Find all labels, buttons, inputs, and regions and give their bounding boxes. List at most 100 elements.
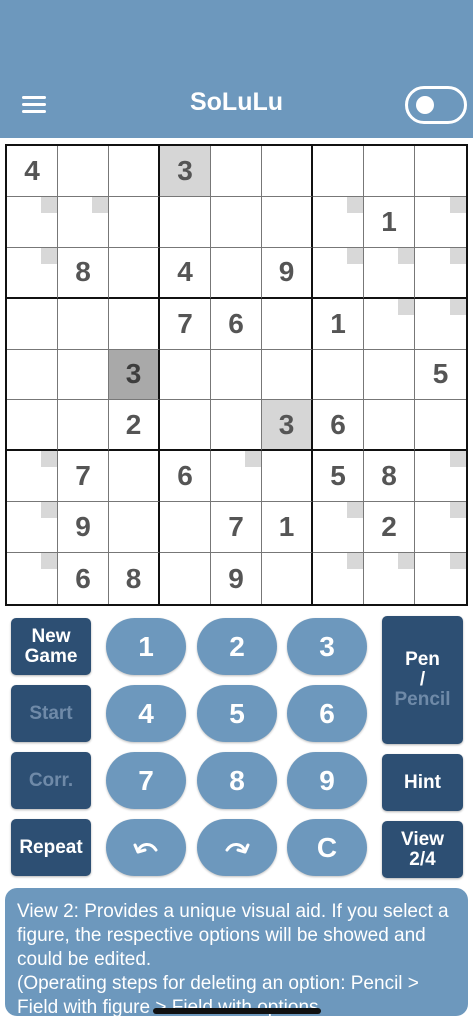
board-cell-r1c9[interactable]: [415, 146, 466, 197]
board-cell-r8c9[interactable]: [415, 502, 466, 554]
undo-button[interactable]: [106, 819, 186, 876]
board-cell-r2c6[interactable]: [262, 196, 313, 248]
board-cell-r4c9[interactable]: [415, 298, 466, 350]
board-cell-r2c7[interactable]: [313, 196, 364, 248]
board-cell-r6c9[interactable]: [415, 400, 466, 452]
repeat-button[interactable]: Repeat: [11, 819, 91, 876]
board-cell-r8c5[interactable]: 7: [211, 502, 262, 554]
board-cell-r1c4[interactable]: 3: [160, 146, 211, 197]
board-cell-r7c4[interactable]: 6: [160, 451, 211, 503]
board-cell-r5c6[interactable]: [262, 349, 313, 401]
board-cell-r1c6[interactable]: [262, 146, 313, 197]
board-cell-r4c6[interactable]: [262, 298, 313, 350]
board-cell-r3c2[interactable]: 8: [58, 247, 109, 299]
mode-toggle[interactable]: [405, 86, 467, 124]
board-cell-r3c1[interactable]: [7, 247, 58, 299]
board-cell-r6c7[interactable]: 6: [313, 400, 364, 452]
hint-button[interactable]: Hint: [382, 754, 463, 811]
board-cell-r5c2[interactable]: [58, 349, 109, 401]
clear-button[interactable]: C: [287, 819, 367, 876]
number-button-7[interactable]: 7: [106, 752, 186, 809]
board-cell-r4c4[interactable]: 7: [160, 298, 211, 350]
view-button[interactable]: View 2/4: [382, 821, 463, 878]
number-button-6[interactable]: 6: [287, 685, 367, 742]
new-game-button[interactable]: New Game: [11, 618, 91, 675]
board-cell-r5c7[interactable]: [313, 349, 364, 401]
board-cell-r4c3[interactable]: [109, 298, 160, 350]
number-button-4[interactable]: 4: [106, 685, 186, 742]
board-cell-r6c1[interactable]: [7, 400, 58, 452]
number-button-1[interactable]: 1: [106, 618, 186, 675]
board-cell-r8c8[interactable]: 2: [364, 502, 415, 554]
board-cell-r3c4[interactable]: 4: [160, 247, 211, 299]
board-cell-r7c3[interactable]: [109, 451, 160, 503]
board-cell-r4c1[interactable]: [7, 298, 58, 350]
board-cell-r2c2[interactable]: [58, 196, 109, 248]
board-cell-r9c5[interactable]: 9: [211, 553, 262, 604]
board-cell-r6c4[interactable]: [160, 400, 211, 452]
board-cell-r3c3[interactable]: [109, 247, 160, 299]
board-cell-r3c5[interactable]: [211, 247, 262, 299]
board-cell-r6c5[interactable]: [211, 400, 262, 452]
board-cell-r9c9[interactable]: [415, 553, 466, 604]
board-cell-r8c1[interactable]: [7, 502, 58, 554]
board-cell-r8c6[interactable]: 1: [262, 502, 313, 554]
board-cell-r1c3[interactable]: [109, 146, 160, 197]
board-cell-r7c8[interactable]: 8: [364, 451, 415, 503]
board-cell-r9c4[interactable]: [160, 553, 211, 604]
board-cell-r4c2[interactable]: [58, 298, 109, 350]
board-cell-r3c8[interactable]: [364, 247, 415, 299]
board-cell-r7c9[interactable]: [415, 451, 466, 503]
board-cell-r3c7[interactable]: [313, 247, 364, 299]
pen-pencil-button[interactable]: Pen / Pencil: [382, 616, 463, 744]
board-cell-r2c9[interactable]: [415, 196, 466, 248]
board-cell-r6c8[interactable]: [364, 400, 415, 452]
board-cell-r7c7[interactable]: 5: [313, 451, 364, 503]
number-button-3[interactable]: 3: [287, 618, 367, 675]
board-cell-r9c3[interactable]: 8: [109, 553, 160, 604]
board-cell-r4c8[interactable]: [364, 298, 415, 350]
board-cell-r2c1[interactable]: [7, 196, 58, 248]
board-cell-r4c7[interactable]: 1: [313, 298, 364, 350]
board-cell-r9c7[interactable]: [313, 553, 364, 604]
board-cell-r2c8[interactable]: 1: [364, 196, 415, 248]
correct-button[interactable]: Corr.: [11, 752, 91, 809]
board-cell-r7c2[interactable]: 7: [58, 451, 109, 503]
board-cell-r5c8[interactable]: [364, 349, 415, 401]
board-cell-r3c9[interactable]: [415, 247, 466, 299]
start-button[interactable]: Start: [11, 685, 91, 742]
board-cell-r9c8[interactable]: [364, 553, 415, 604]
board-cell-r9c6[interactable]: [262, 553, 313, 604]
board-cell-r2c5[interactable]: [211, 196, 262, 248]
number-button-2[interactable]: 2: [197, 618, 277, 675]
board-cell-r3c6[interactable]: 9: [262, 247, 313, 299]
board-cell-r5c1[interactable]: [7, 349, 58, 401]
board-cell-r7c6[interactable]: [262, 451, 313, 503]
board-cell-r2c4[interactable]: [160, 196, 211, 248]
board-cell-r5c3[interactable]: 3: [109, 349, 160, 401]
board-cell-r7c1[interactable]: [7, 451, 58, 503]
board-cell-r8c7[interactable]: [313, 502, 364, 554]
board-cell-r6c3[interactable]: 2: [109, 400, 160, 452]
board-cell-r5c4[interactable]: [160, 349, 211, 401]
board-cell-r5c9[interactable]: 5: [415, 350, 466, 401]
board-cell-r9c2[interactable]: 6: [58, 553, 109, 604]
redo-button[interactable]: [197, 819, 277, 876]
board-cell-r8c4[interactable]: [160, 502, 211, 554]
board-cell-r1c2[interactable]: [58, 146, 109, 197]
board-cell-r5c5[interactable]: [211, 349, 262, 401]
board-cell-r8c2[interactable]: 9: [58, 502, 109, 554]
number-button-9[interactable]: 9: [287, 752, 367, 809]
number-button-8[interactable]: 8: [197, 752, 277, 809]
board-cell-r6c2[interactable]: [58, 400, 109, 452]
board-cell-r4c5[interactable]: 6: [211, 298, 262, 350]
board-cell-r1c1[interactable]: 4: [7, 146, 58, 197]
board-cell-r6c6[interactable]: 3: [262, 400, 313, 452]
board-cell-r7c5[interactable]: [211, 451, 262, 503]
board-cell-r2c3[interactable]: [109, 196, 160, 248]
board-cell-r1c8[interactable]: [364, 146, 415, 197]
number-button-5[interactable]: 5: [197, 685, 277, 742]
board-cell-r9c1[interactable]: [7, 553, 58, 604]
board-cell-r8c3[interactable]: [109, 502, 160, 554]
board-cell-r1c7[interactable]: [313, 146, 364, 197]
